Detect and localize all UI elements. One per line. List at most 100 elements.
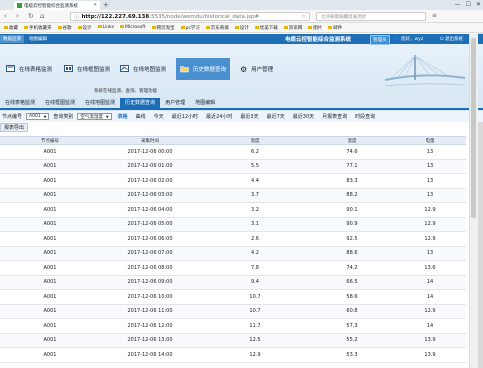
reload-icon[interactable]: ↻ <box>28 12 34 20</box>
cell-collect-time: 2017-12-06 14:00 <box>127 351 173 358</box>
time-tab[interactable]: 最近24小时 <box>204 113 234 120</box>
header-node-id[interactable]: 节点编号 <box>0 137 100 144</box>
bookmark-item[interactable]: 手机收藏夹 <box>24 25 52 31</box>
cell-humidity: 60.8 <box>346 308 358 315</box>
browser-tab[interactable]: 电缆云控智能综合监测系统 ✕ <box>14 1 100 10</box>
page-info-icon[interactable]: ⓘ <box>74 13 80 21</box>
subnav-history-query[interactable]: 历史数据查询 <box>120 98 161 108</box>
cell-temperature: 9.4 <box>251 279 259 286</box>
header-temperature[interactable]: 温度 <box>200 137 310 144</box>
cell-temperature: 3.1 <box>251 221 259 228</box>
view-tab-curve[interactable]: 曲线 <box>134 113 148 120</box>
cell-humidity: 58.6 <box>346 293 358 300</box>
cell-collect-time: 2017-12-06 05:00 <box>127 221 173 228</box>
table-row[interactable]: A001 2017-12-06 12:00 11.7 57.3 14 <box>0 319 466 334</box>
table-row[interactable]: A001 2017-12-06 02:00 4.4 83.3 13 <box>0 174 466 189</box>
bookmark-item[interactable]: 设计 <box>235 25 249 31</box>
menu-online-table[interactable]: 在线表格监测 <box>6 58 52 80</box>
bookmark-star-icon[interactable]: ☆ <box>301 14 309 20</box>
table-row[interactable]: A001 2017-12-06 03:00 3.7 88.2 13 <box>0 188 466 203</box>
table-row[interactable]: A001 2017-12-06 13:00 12.5 55.2 13.9 <box>0 333 466 348</box>
bookmark-item[interactable]: Links <box>98 25 115 30</box>
type-select[interactable]: 空气温湿度 ▼ <box>77 113 112 120</box>
time-tab[interactable]: 最近30天 <box>291 113 316 120</box>
bookmark-item[interactable]: 谷歌 <box>58 25 72 31</box>
bookmark-item[interactable]: 优美下载 <box>255 25 278 31</box>
table-row[interactable]: A001 2017-12-06 00:00 6.2 74.6 13 <box>0 145 466 160</box>
menu-label: 用户管理 <box>251 67 274 73</box>
maximize-icon[interactable]: ☐ <box>466 1 471 8</box>
menu-online-diagram[interactable]: 在线框图监测 <box>64 58 110 80</box>
header-collect-time[interactable]: 采集时间 <box>100 137 200 144</box>
time-tab[interactable]: 最近3天 <box>238 113 260 120</box>
node-select[interactable]: A001 ▼ <box>26 113 50 120</box>
bookmark-item[interactable]: 资讯网 <box>284 25 303 31</box>
bookmarks-bar: 收藏 手机收藏夹 谷歌 设计 Links Microsoft 网页淘宝 ps学习… <box>0 23 483 33</box>
table-row[interactable]: A001 2017-12-06 09:00 9.4 66.5 14 <box>0 275 466 290</box>
table-row[interactable]: A001 2017-12-06 01:00 5.5 77.1 13 <box>0 159 466 174</box>
menu-online-map[interactable]: 在线地图监测 <box>120 58 166 80</box>
user-greeting-text: 您好，wyz <box>401 37 424 42</box>
address-bar[interactable]: ⓘ http://122.227.69.138 :5535/node/wemdu… <box>70 12 310 21</box>
cell-temperature: 4.2 <box>251 250 259 257</box>
bookmark-item[interactable]: ps学习 <box>181 25 200 31</box>
menu-history-query[interactable]: 历史数据查询 <box>176 58 231 80</box>
tab-close-icon[interactable]: ✕ <box>93 3 100 8</box>
time-tab[interactable]: 最近12小时 <box>170 113 200 120</box>
table-row[interactable]: A001 2017-12-06 06:00 2.6 92.5 12.9 <box>0 232 466 247</box>
time-tab[interactable]: 最近7天 <box>265 113 287 120</box>
bookmark-item[interactable]: 网页淘宝 <box>152 25 175 31</box>
bookmark-item[interactable]: 设计 <box>78 25 92 31</box>
table-row[interactable]: A001 2017-12-06 08:00 7.8 74.2 13.6 <box>0 261 466 276</box>
cell-battery: 12.9 <box>424 221 436 228</box>
cell-battery: 13.6 <box>424 264 436 271</box>
cell-battery: 13 <box>426 177 434 184</box>
menu-label: 在线表格监测 <box>19 67 53 73</box>
export-report-button[interactable]: 报表导出 <box>0 123 29 132</box>
subnav-map-edit[interactable]: 地图编辑 <box>190 98 220 108</box>
logout-button[interactable]: ⏻ 退出系统 <box>440 36 463 42</box>
subnav-online-diagram[interactable]: 在线框图监测 <box>40 98 80 108</box>
forward-icon[interactable]: › <box>16 12 19 20</box>
table-row[interactable]: A001 2017-12-06 04:00 3.2 90.1 12.9 <box>0 203 466 218</box>
cell-battery: 13 <box>426 192 434 199</box>
table-row[interactable]: A001 2017-12-06 11:00 10.7 60.8 12.9 <box>0 304 466 319</box>
cell-collect-time: 2017-12-06 10:00 <box>127 293 173 300</box>
cell-collect-time: 2017-12-06 02:00 <box>127 177 173 184</box>
bookmark-item[interactable]: Microsoft <box>120 25 145 30</box>
url-path: :5535/node/wemdu/historical_data.jsp# <box>149 13 260 20</box>
cell-temperature: 3.7 <box>251 192 259 199</box>
subnav-user-management[interactable]: 用户管理 <box>160 98 190 108</box>
minimize-icon[interactable]: — <box>455 1 461 8</box>
time-tab[interactable]: 今天 <box>152 113 166 120</box>
table-row[interactable]: A001 2017-12-06 05:00 3.1 90.9 12.9 <box>0 217 466 232</box>
back-icon[interactable]: ‹ <box>4 12 7 20</box>
menu-user-management[interactable]: ⚙ 用户管理 <box>240 58 273 80</box>
bookmark-item[interactable]: 图片 <box>308 25 322 31</box>
bookmark-item[interactable]: 京东商城 <box>206 25 229 31</box>
type-select-value: 空气温湿度 <box>80 114 103 120</box>
browser-search-input[interactable]: 台湾輸電線纜發展現狀 <box>316 12 426 21</box>
header-battery[interactable]: 电量 <box>394 137 466 144</box>
subnav-online-table[interactable]: 在线表格监测 <box>0 98 40 108</box>
tab-data-monitor[interactable]: 数据监测 <box>0 35 24 43</box>
table-row[interactable]: A001 2017-12-06 14:00 12.9 53.3 13.9 <box>0 348 466 363</box>
menu-icon[interactable]: ≡ <box>432 12 437 19</box>
bookmark-item[interactable]: 收藏 <box>4 25 18 31</box>
tab-map-edit[interactable]: 地图编辑 <box>26 35 50 43</box>
time-tab[interactable]: 月报表查询 <box>320 113 349 120</box>
bookmark-item[interactable]: 邮件 <box>328 25 342 31</box>
subnav-online-map[interactable]: 在线地图监测 <box>80 98 120 108</box>
table-monitor-icon <box>6 65 15 72</box>
home-icon[interactable]: ⌂ <box>40 12 44 20</box>
cell-battery: 13 <box>426 163 434 170</box>
cell-node-id: A001 <box>43 163 57 170</box>
window-close-icon[interactable]: ✕ <box>476 1 481 8</box>
scrollbar-thumb[interactable] <box>471 38 476 218</box>
time-tab[interactable]: 时段查询 <box>353 113 377 120</box>
table-row[interactable]: A001 2017-12-06 10:00 10.7 58.6 14 <box>0 290 466 305</box>
header-humidity[interactable]: 湿度 <box>310 137 394 144</box>
table-row[interactable]: A001 2017-12-06 07:00 4.2 88.6 13 <box>0 246 466 261</box>
new-tab-button[interactable]: + <box>103 1 109 9</box>
view-tab-table[interactable]: 表格 <box>116 113 130 120</box>
